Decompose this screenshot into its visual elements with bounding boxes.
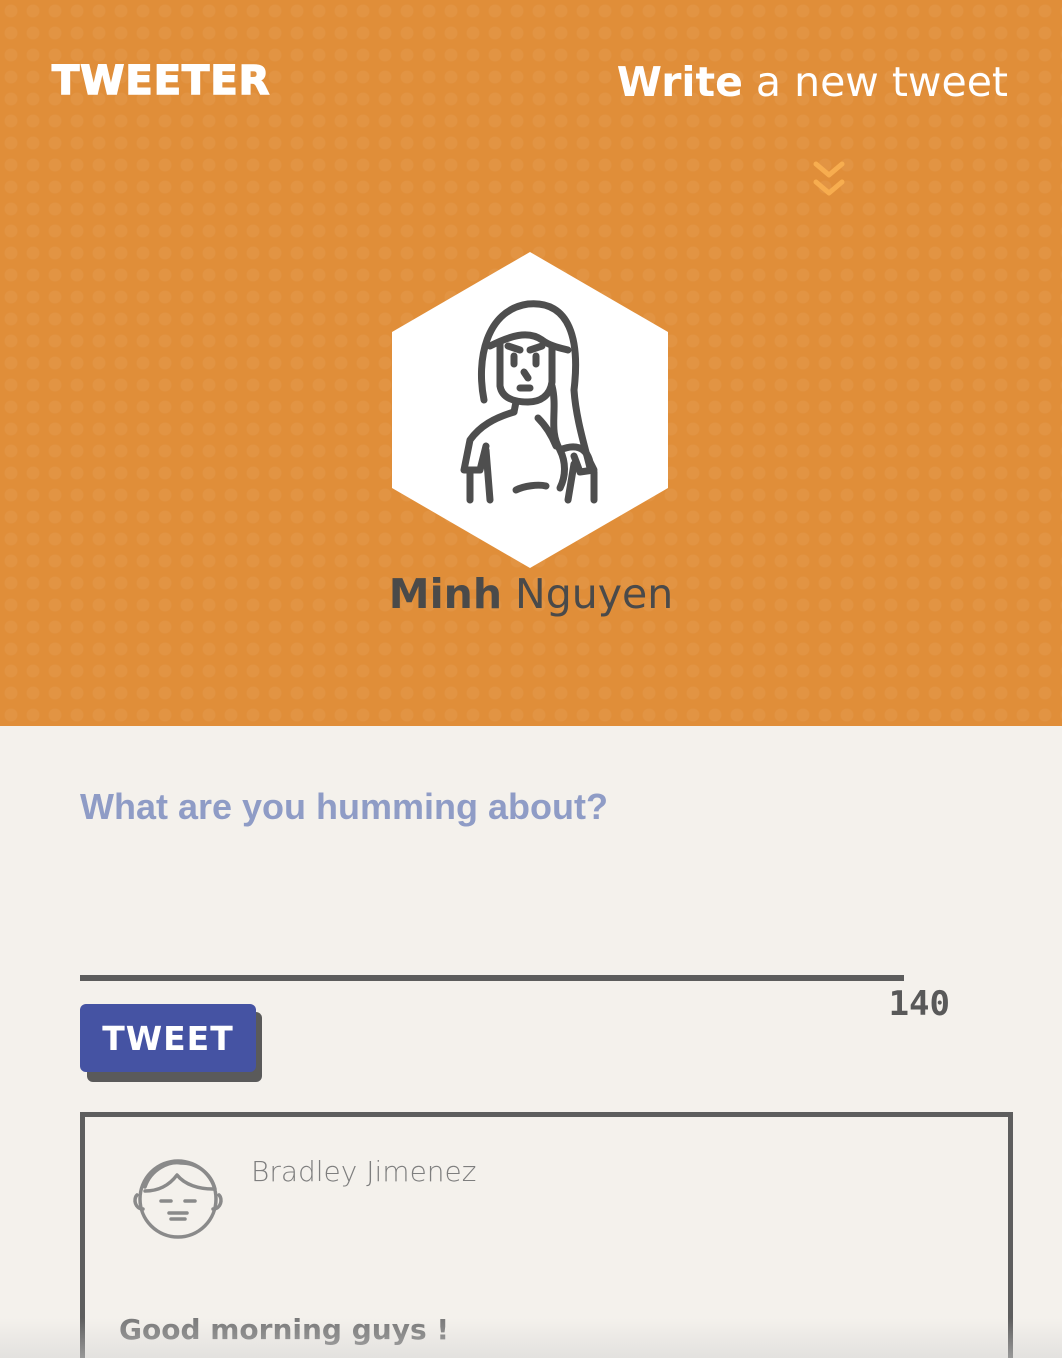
profile-name: Minh Nguyen [0, 570, 1062, 618]
tweet-button[interactable]: TWEET [80, 1004, 256, 1072]
tweet-author[interactable]: Bradley Jimenez [251, 1155, 476, 1188]
header: TWEETER Write a new tweet Minh Nguyen [0, 0, 1062, 726]
tweet-content: Good morning guys ! [119, 1313, 450, 1346]
compose-toggle-rest: a new tweet [742, 58, 1008, 106]
compose-underline [80, 975, 904, 981]
tweet-input[interactable] [80, 786, 910, 978]
profile-avatar-icon [392, 252, 668, 568]
character-counter: 140 [888, 984, 950, 1024]
double-chevron-down-icon[interactable] [812, 160, 846, 204]
compose-toggle-bold: Write [616, 58, 743, 106]
compose-box [80, 786, 910, 978]
profile-last-name: Nguyen [502, 570, 674, 618]
brand-logo[interactable]: TWEETER [51, 57, 270, 105]
write-new-tweet-toggle[interactable]: Write a new tweet [617, 58, 1008, 106]
man-face-avatar-icon [133, 1159, 223, 1239]
tweet-card: Bradley Jimenez Good morning guys ! [80, 1112, 1013, 1358]
profile-first-name: Minh [388, 570, 503, 618]
